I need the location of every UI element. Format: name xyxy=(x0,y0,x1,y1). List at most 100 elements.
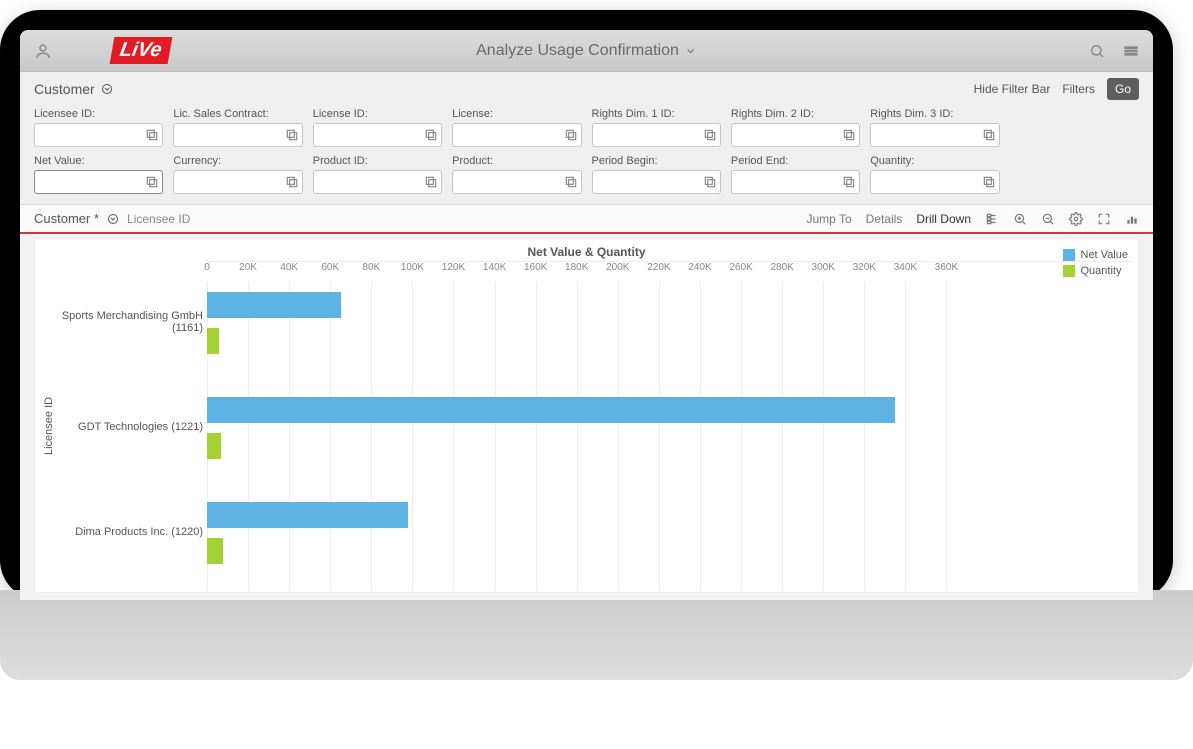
x-tick-label: 360K xyxy=(935,262,958,273)
filter-header: Customer Hide Filter Bar Filters Go xyxy=(20,72,1153,104)
x-tick-label: 60K xyxy=(321,262,339,273)
bar[interactable] xyxy=(207,502,408,528)
details-link[interactable]: Details xyxy=(866,212,903,226)
search-icon[interactable] xyxy=(1089,43,1105,59)
page-title: Analyze Usage Confirmation xyxy=(476,42,679,60)
gridline xyxy=(741,282,742,591)
filter-field: License: xyxy=(452,108,581,147)
bar[interactable] xyxy=(207,397,895,423)
value-help-icon[interactable] xyxy=(145,175,159,189)
x-tick-label: 140K xyxy=(483,262,506,273)
dimension-selected[interactable]: Customer * xyxy=(34,211,99,226)
filter-input[interactable] xyxy=(731,123,860,147)
user-icon[interactable] xyxy=(34,42,52,60)
filter-label: Lic. Sales Contract: xyxy=(173,108,302,120)
filter-input[interactable] xyxy=(592,170,721,194)
gridline xyxy=(412,282,413,591)
gridline xyxy=(905,282,906,591)
filter-input[interactable] xyxy=(731,170,860,194)
x-tick-label: 100K xyxy=(401,262,424,273)
filter-field: Product: xyxy=(452,155,581,194)
filter-input[interactable] xyxy=(592,123,721,147)
y-category-label: Sports Merchandising GmbH (1161) xyxy=(53,310,203,334)
bar[interactable] xyxy=(207,433,221,459)
zoom-in-icon[interactable] xyxy=(1013,212,1027,226)
value-help-icon[interactable] xyxy=(703,128,717,142)
gridline xyxy=(659,282,660,591)
x-tick-label: 0 xyxy=(204,262,210,273)
legend-item: Net Value xyxy=(1063,249,1129,261)
filter-field: License ID: xyxy=(313,108,442,147)
value-help-icon[interactable] xyxy=(145,128,159,142)
filter-input[interactable] xyxy=(313,170,442,194)
gear-icon[interactable] xyxy=(1069,212,1083,226)
filter-input[interactable] xyxy=(34,170,163,194)
chevron-down-icon[interactable] xyxy=(107,213,119,225)
filter-input[interactable] xyxy=(173,123,302,147)
filter-input[interactable] xyxy=(34,123,163,147)
filter-label: Product ID: xyxy=(313,155,442,167)
fullscreen-icon[interactable] xyxy=(1097,212,1111,226)
filter-heading-dropdown[interactable]: Customer xyxy=(34,81,113,97)
drill-down-link[interactable]: Drill Down xyxy=(916,212,971,226)
legend-swatch xyxy=(1063,249,1075,261)
bar[interactable] xyxy=(207,328,219,354)
gridline xyxy=(864,282,865,591)
value-help-icon[interactable] xyxy=(424,128,438,142)
value-help-icon[interactable] xyxy=(564,175,578,189)
x-tick-label: 220K xyxy=(647,262,670,273)
x-tick-label: 160K xyxy=(524,262,547,273)
jump-to-link[interactable]: Jump To xyxy=(806,212,851,226)
monitor-stand xyxy=(0,590,1193,680)
filter-input[interactable] xyxy=(870,123,999,147)
value-help-icon[interactable] xyxy=(982,128,996,142)
filter-label: Currency: xyxy=(173,155,302,167)
tree-icon[interactable] xyxy=(985,212,999,226)
x-tick-label: 40K xyxy=(280,262,298,273)
x-tick-label: 300K xyxy=(812,262,835,273)
zoom-out-icon[interactable] xyxy=(1041,212,1055,226)
filter-label: Quantity: xyxy=(870,155,999,167)
chart-type-icon[interactable] xyxy=(1125,212,1139,226)
filter-label: Net Value: xyxy=(34,155,163,167)
value-help-icon[interactable] xyxy=(564,128,578,142)
value-help-icon[interactable] xyxy=(285,175,299,189)
filter-input[interactable] xyxy=(313,123,442,147)
hide-filter-bar-link[interactable]: Hide Filter Bar xyxy=(974,82,1051,96)
value-help-icon[interactable] xyxy=(842,128,856,142)
gridline xyxy=(289,282,290,591)
filter-label: Product: xyxy=(452,155,581,167)
filter-input[interactable] xyxy=(870,170,999,194)
dimension-sub: Licensee ID xyxy=(127,212,190,226)
filters-link[interactable]: Filters xyxy=(1062,82,1095,96)
filter-field: Currency: xyxy=(173,155,302,194)
value-help-icon[interactable] xyxy=(285,128,299,142)
gridline xyxy=(453,282,454,591)
filter-label: License ID: xyxy=(313,108,442,120)
chevron-down-icon xyxy=(101,83,113,95)
x-tick-label: 260K xyxy=(729,262,752,273)
value-help-icon[interactable] xyxy=(424,175,438,189)
filter-field: Period End: xyxy=(731,155,860,194)
page-title-dropdown[interactable]: Analyze Usage Confirmation xyxy=(476,42,697,60)
gridline xyxy=(618,282,619,591)
filter-field: Product ID: xyxy=(313,155,442,194)
menu-icon[interactable] xyxy=(1123,43,1139,59)
x-tick-label: 240K xyxy=(688,262,711,273)
go-button[interactable]: Go xyxy=(1107,78,1139,100)
value-help-icon[interactable] xyxy=(842,175,856,189)
bar[interactable] xyxy=(207,292,341,318)
bar[interactable] xyxy=(207,538,223,564)
gridline xyxy=(495,282,496,591)
value-help-icon[interactable] xyxy=(982,175,996,189)
gridline xyxy=(782,282,783,591)
filter-label: Rights Dim. 3 ID: xyxy=(870,108,999,120)
filter-input[interactable] xyxy=(173,170,302,194)
x-tick-label: 280K xyxy=(770,262,793,273)
filter-input[interactable] xyxy=(452,170,581,194)
value-help-icon[interactable] xyxy=(703,175,717,189)
chart-toolbar: Customer * Licensee ID Jump To Details D… xyxy=(20,205,1153,234)
x-tick-label: 340K xyxy=(894,262,917,273)
gridline xyxy=(536,282,537,591)
filter-input[interactable] xyxy=(452,123,581,147)
